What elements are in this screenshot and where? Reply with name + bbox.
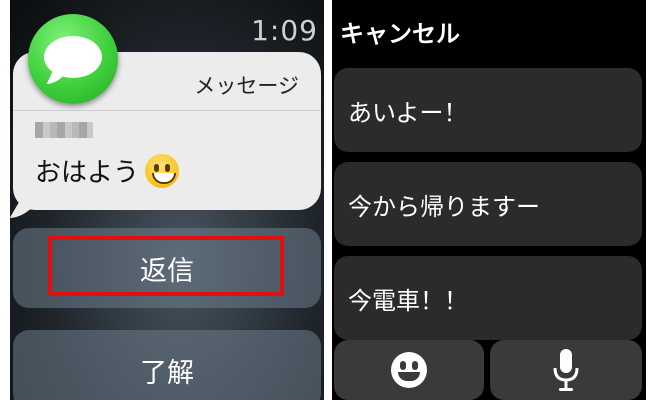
- dictation-button[interactable]: [490, 340, 642, 400]
- quick-reply-label: 今電車！！: [348, 286, 468, 315]
- message-body: おはよう: [35, 158, 140, 188]
- quick-reply-item[interactable]: 今電車！！: [334, 256, 642, 340]
- messages-app-icon: [28, 14, 118, 104]
- reply-highlight-box: [48, 236, 284, 296]
- app-name: メッセージ: [194, 74, 299, 98]
- emoji-button[interactable]: [334, 340, 484, 400]
- notification-screen: 1:09 メッセージ おはよう 返信 了解: [10, 0, 324, 400]
- dismiss-button[interactable]: 了解: [13, 330, 321, 400]
- emoji-icon: [391, 352, 427, 388]
- microphone-icon: [553, 349, 579, 391]
- quick-reply-item[interactable]: あいよー！: [334, 68, 642, 152]
- sender-name-blurred: [35, 122, 93, 138]
- cancel-button[interactable]: キャンセル: [340, 14, 460, 49]
- message-text: おはよう: [35, 152, 180, 189]
- quick-reply-label: 今から帰りますー: [348, 192, 540, 221]
- grinning-face-emoji-icon: [145, 153, 180, 188]
- quick-reply-item[interactable]: 今から帰りますー: [334, 162, 642, 246]
- clock-time: 1:09: [251, 14, 318, 47]
- reply-screen: キャンセル あいよー！ 今から帰りますー 今電車！！: [332, 0, 646, 400]
- quick-reply-label: あいよー！: [348, 98, 468, 127]
- dismiss-button-label: 了解: [140, 357, 194, 389]
